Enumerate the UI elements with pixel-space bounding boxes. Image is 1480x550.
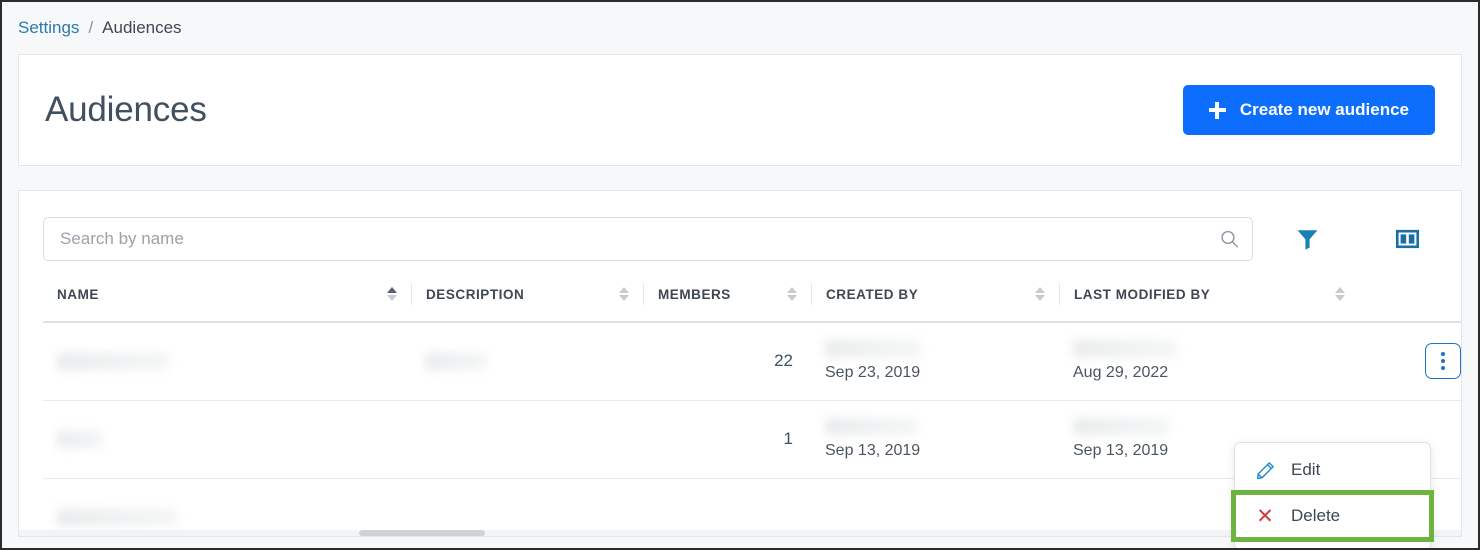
cell-created-by: Sep 13, 2019 [811,400,1059,479]
sort-toggle-description[interactable] [619,287,629,301]
redacted-name-value [57,352,169,370]
sort-toggle-created-by[interactable] [1035,287,1045,301]
scrollbar-thumb[interactable] [359,530,485,536]
menu-item-edit-label: Edit [1291,460,1321,479]
redacted-created-by-value [825,418,917,435]
kebab-menu-icon [1441,352,1445,357]
cell-created-by [811,478,1059,536]
kebab-menu-icon [1441,359,1445,364]
x-close-icon: ✕ [1256,504,1274,528]
row-action-menu: Edit ✕ Delete [1231,442,1434,548]
breadcrumb-current-audiences: Audiences [102,18,182,37]
menu-item-delete[interactable]: ✕ Delete [1231,490,1434,542]
sort-ascending-icon [387,287,397,293]
menu-item-delete-label: Delete [1291,506,1341,525]
column-header-created-by-label: CREATED BY [826,286,919,302]
sort-ascending-icon [787,287,797,293]
cell-name [43,322,411,401]
column-header-name-label: NAME [57,286,99,302]
search-input[interactable] [43,217,1253,261]
sort-descending-icon [787,295,797,301]
column-header-actions [1359,283,1461,323]
table-header-row: NAME DESCRIPTION MEMBERS CREATED BY LAST… [43,283,1461,323]
column-header-description-label: DESCRIPTION [426,286,525,302]
column-header-last-modified-by-label: LAST MODIFIED BY [1074,286,1211,302]
cell-members: 22 [643,322,811,401]
page-header-card: Audiences Create new audience [18,54,1462,166]
sort-ascending-icon [1035,287,1045,293]
sort-descending-icon [1335,295,1345,301]
redacted-description-value [425,352,487,370]
sort-descending-icon [1035,295,1045,301]
breadcrumb-link-settings[interactable]: Settings [18,18,79,38]
cell-last-modified-by: Aug 29, 2022 [1059,322,1359,401]
redacted-name-value [57,430,103,448]
redacted-name-value [57,508,177,526]
breadcrumb-separator: / [88,18,94,37]
redacted-modified-by-value [1073,340,1177,358]
cell-created-by: Sep 23, 2019 [811,322,1059,401]
cell-members [643,478,811,536]
plus-icon [1208,101,1226,119]
cell-actions [1359,322,1461,401]
sort-descending-icon [619,295,629,301]
created-date: Sep 13, 2019 [825,442,921,459]
cell-description [411,478,643,536]
menu-item-edit[interactable]: Edit [1235,450,1430,490]
cell-name [43,478,411,536]
column-header-members[interactable]: MEMBERS [643,283,811,323]
breadcrumb: Settings / Audiences [2,2,1478,54]
sort-ascending-icon [1335,287,1345,293]
created-date: Sep 23, 2019 [825,364,921,382]
columns-button[interactable] [1379,217,1435,261]
table-row[interactable]: 22 Sep 23, 2019 Aug 29, 2022 [43,322,1461,401]
pencil-edit-icon [1255,461,1275,480]
screenshot-frame: Settings / Audiences Audiences Create ne… [0,0,1480,550]
filter-button[interactable] [1279,217,1335,261]
kebab-menu-icon [1441,366,1445,371]
sort-toggle-name[interactable] [387,287,397,301]
create-new-audience-button[interactable]: Create new audience [1182,85,1435,135]
column-header-created-by[interactable]: CREATED BY [811,283,1059,323]
cell-members: 1 [643,400,811,479]
column-header-members-label: MEMBERS [658,286,731,302]
sort-descending-icon [387,295,397,301]
sort-toggle-last-modified-by[interactable] [1335,287,1345,301]
cell-description [411,400,643,479]
redacted-modified-by-value [1073,418,1169,435]
cell-description [411,322,643,401]
create-new-audience-label: Create new audience [1239,100,1409,119]
sort-toggle-members[interactable] [787,287,797,301]
row-menu-button[interactable] [1425,343,1461,380]
redacted-created-by-value [825,340,921,358]
column-header-last-modified-by[interactable]: LAST MODIFIED BY [1059,283,1359,323]
columns-layout-icon [1395,229,1419,249]
modified-date: Aug 29, 2022 [1073,364,1169,382]
search-field-wrapper [43,217,1253,261]
column-header-description[interactable]: DESCRIPTION [411,283,643,323]
sort-ascending-icon [619,287,629,293]
page-title: Audiences [45,90,207,129]
cell-name [43,400,411,479]
table-toolbar [19,191,1461,261]
filter-funnel-icon [1297,230,1317,250]
column-header-name[interactable]: NAME [43,283,411,323]
